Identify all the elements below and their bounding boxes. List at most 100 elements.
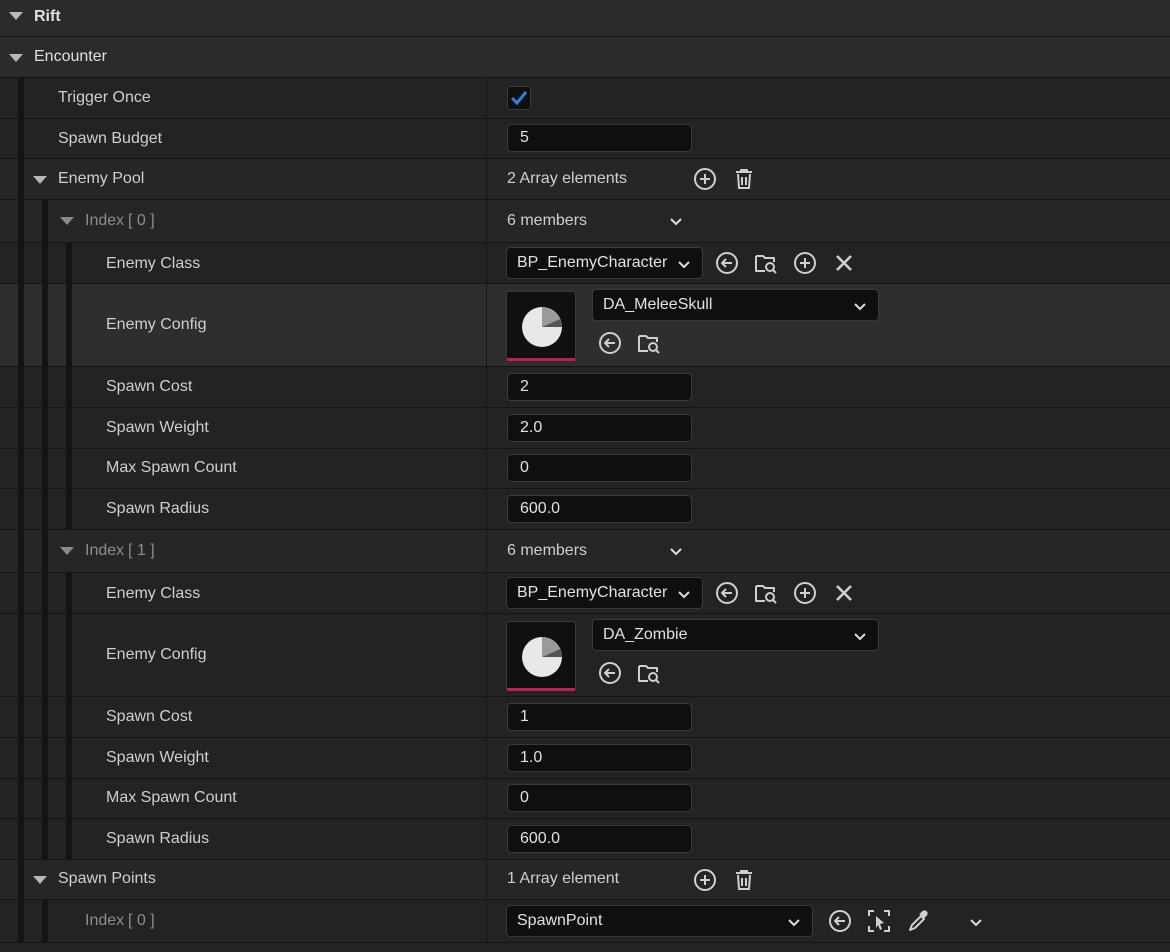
- index-word: Index: [85, 542, 125, 559]
- asset-thumbnail[interactable]: [506, 291, 576, 361]
- property-max-spawn-count: Max Spawn Count 0: [0, 449, 1170, 489]
- property-enemy-config: Enemy Config DA_Zombie: [0, 614, 1170, 697]
- property-label: Max Spawn Count: [106, 789, 237, 806]
- property-spawn-cost: Spawn Cost 2: [0, 367, 1170, 408]
- enemy-config-combo[interactable]: DA_Zombie: [592, 619, 879, 651]
- collapse-arrow-icon[interactable]: [60, 547, 74, 555]
- use-selected-icon[interactable]: [596, 659, 624, 687]
- property-enemy-pool[interactable]: Enemy Pool 2 Array elements: [0, 159, 1170, 200]
- index-word: Index: [85, 212, 125, 229]
- spawn-weight-input[interactable]: 1.0: [507, 744, 692, 772]
- add-element-icon[interactable]: [691, 866, 719, 894]
- enemy-config-combo[interactable]: DA_MeleeSkull: [592, 289, 879, 321]
- add-element-icon[interactable]: [791, 249, 819, 277]
- enemy-class-combo[interactable]: BP_EnemyCharacter: [506, 247, 703, 279]
- property-spawn-points[interactable]: Spawn Points 1 Array element: [0, 860, 1170, 900]
- browse-icon[interactable]: [635, 659, 663, 687]
- property-spawn-radius: Spawn Radius 600.0: [0, 819, 1170, 860]
- add-element-icon[interactable]: [791, 579, 819, 607]
- category-encounter-label: Encounter: [34, 48, 107, 65]
- clear-icon[interactable]: [830, 249, 858, 277]
- array-index-0[interactable]: Index [ 0 ] 6 members: [0, 200, 1170, 243]
- add-element-icon[interactable]: [691, 165, 719, 193]
- spawn-point-value: SpawnPoint: [517, 912, 603, 929]
- property-label: Enemy Class: [106, 585, 201, 602]
- property-spawn-weight: Spawn Weight 1.0: [0, 738, 1170, 779]
- trigger-once-checkbox[interactable]: [507, 86, 531, 110]
- spawn-budget-input[interactable]: 5: [507, 124, 692, 152]
- browse-icon[interactable]: [752, 249, 780, 277]
- enemy-class-value: BP_EnemyCharacter: [517, 584, 668, 601]
- chevron-down-icon: [852, 628, 868, 644]
- members-count: 6 members: [507, 542, 588, 559]
- property-label: Spawn Radius: [106, 830, 210, 847]
- category-rift-label: Rift: [34, 8, 61, 25]
- property-label: Spawn Points: [58, 870, 156, 887]
- use-selected-icon[interactable]: [713, 579, 741, 607]
- spawn-radius-input[interactable]: 600.0: [507, 825, 692, 853]
- property-label: Spawn Weight: [106, 419, 209, 436]
- collapse-arrow-icon[interactable]: [9, 12, 23, 20]
- property-label: Spawn Weight: [106, 749, 209, 766]
- chevron-down-icon[interactable]: [668, 543, 684, 559]
- checkmark-icon: [510, 91, 528, 106]
- panel-bottom: [0, 943, 1170, 952]
- chevron-down-icon[interactable]: [668, 213, 684, 229]
- property-label: Enemy Config: [106, 646, 207, 663]
- property-max-spawn-count: Max Spawn Count 0: [0, 779, 1170, 819]
- max-spawn-count-input[interactable]: 0: [507, 454, 692, 482]
- use-selected-icon[interactable]: [596, 329, 624, 357]
- collapse-arrow-icon[interactable]: [33, 876, 47, 884]
- property-label: Spawn Budget: [58, 130, 163, 147]
- max-spawn-count-input[interactable]: 0: [507, 784, 692, 812]
- spawn-weight-input[interactable]: 2.0: [507, 414, 692, 442]
- property-spawn-cost: Spawn Cost 1: [0, 697, 1170, 738]
- chevron-down-icon: [676, 586, 692, 602]
- enemy-config-value: DA_Zombie: [603, 626, 688, 643]
- clear-icon[interactable]: [830, 579, 858, 607]
- index-number: [ 0 ]: [128, 912, 155, 929]
- spawn-point-combo[interactable]: SpawnPoint: [506, 905, 813, 937]
- chevron-down-icon[interactable]: [968, 914, 984, 930]
- members-count: 6 members: [507, 212, 588, 229]
- property-label: Spawn Cost: [106, 378, 193, 395]
- spawn-radius-input[interactable]: 600.0: [507, 495, 692, 523]
- browse-icon[interactable]: [752, 579, 780, 607]
- use-selected-icon[interactable]: [826, 907, 854, 935]
- spawn-point-index-0: Index [ 0 ] SpawnPoint: [0, 900, 1170, 943]
- spawn-cost-input[interactable]: 1: [507, 703, 692, 731]
- property-enemy-class: Enemy Class BP_EnemyCharacter: [0, 573, 1170, 614]
- browse-icon[interactable]: [635, 329, 663, 357]
- property-trigger-once: Trigger Once: [0, 78, 1170, 119]
- chevron-down-icon: [786, 914, 802, 930]
- collapse-arrow-icon[interactable]: [33, 176, 47, 184]
- enemy-config-value: DA_MeleeSkull: [603, 296, 713, 313]
- array-index-1[interactable]: Index [ 1 ] 6 members: [0, 530, 1170, 573]
- category-encounter[interactable]: Encounter: [0, 37, 1170, 78]
- delete-icon[interactable]: [730, 866, 758, 894]
- enemy-class-value: BP_EnemyCharacter: [517, 254, 668, 271]
- collapse-arrow-icon[interactable]: [60, 217, 74, 225]
- property-label: Enemy Config: [106, 316, 207, 333]
- asset-thumbnail[interactable]: [506, 621, 576, 691]
- spawn-cost-input[interactable]: 2: [507, 373, 692, 401]
- eyedropper-icon[interactable]: [904, 907, 932, 935]
- index-number: [ 0 ]: [128, 212, 155, 229]
- property-label: Spawn Radius: [106, 500, 210, 517]
- property-enemy-config: Enemy Config DA_MeleeSkull: [0, 284, 1170, 367]
- index-number: [ 1 ]: [128, 542, 155, 559]
- category-rift[interactable]: Rift: [0, 0, 1170, 37]
- array-count: 2 Array elements: [507, 170, 628, 187]
- property-label: Enemy Pool: [58, 170, 145, 187]
- index-word: Index: [85, 912, 125, 929]
- delete-icon[interactable]: [730, 165, 758, 193]
- property-enemy-class: Enemy Class BP_EnemyCharacter: [0, 243, 1170, 284]
- use-selected-icon[interactable]: [713, 249, 741, 277]
- property-label: Spawn Cost: [106, 708, 193, 725]
- enemy-class-combo[interactable]: BP_EnemyCharacter: [506, 577, 703, 609]
- collapse-arrow-icon[interactable]: [9, 54, 23, 62]
- data-asset-icon: [520, 305, 564, 349]
- select-actor-icon[interactable]: [865, 907, 893, 935]
- property-spawn-weight: Spawn Weight 2.0: [0, 408, 1170, 449]
- property-label: Trigger Once: [58, 89, 151, 106]
